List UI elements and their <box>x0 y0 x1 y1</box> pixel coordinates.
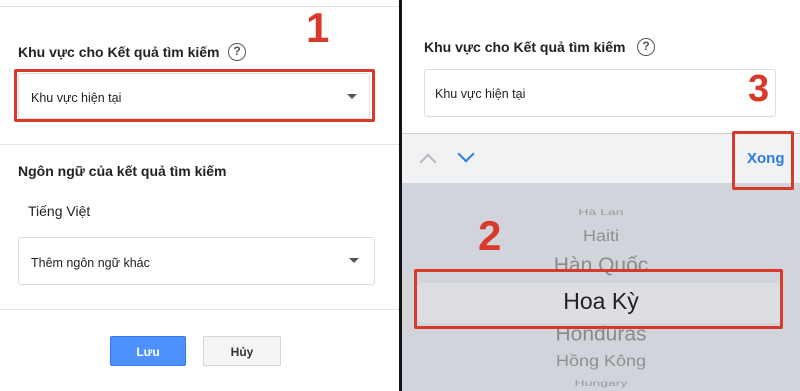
divider <box>0 144 399 145</box>
divider <box>0 6 399 7</box>
picker-item[interactable]: Hungary <box>402 378 800 388</box>
chevron-down-icon <box>349 258 359 263</box>
region-input[interactable]: Khu vực hiện tại <box>424 69 776 117</box>
region-input-value: Khu vực hiện tại <box>435 87 526 101</box>
cancel-button[interactable]: Hủy <box>203 336 281 366</box>
right-mobile-panel: Khu vực cho Kết quả tìm kiếm ? Khu vực h… <box>402 0 800 391</box>
annotation-highlight-region-select <box>14 69 375 122</box>
current-language: Tiếng Việt <box>28 203 91 219</box>
language-section-title: Ngôn ngữ của kết quả tìm kiếm <box>18 163 227 179</box>
step-number-1: 1 <box>306 4 330 51</box>
add-language-label: Thêm ngôn ngữ khác <box>31 256 150 270</box>
help-icon[interactable]: ? <box>637 38 655 56</box>
step-number-3: 3 <box>748 68 770 110</box>
help-icon[interactable]: ? <box>228 43 246 61</box>
picker-item[interactable]: Haiti <box>402 228 800 246</box>
chevron-up-icon[interactable] <box>419 153 437 171</box>
region-section-title: Khu vực cho Kết quả tìm kiếm <box>18 44 220 60</box>
chevron-down-icon[interactable] <box>457 145 475 163</box>
left-settings-panel: Khu vực cho Kết quả tìm kiếm ? Khu vực h… <box>0 0 399 391</box>
add-language-select[interactable]: Thêm ngôn ngữ khác <box>18 237 375 285</box>
region-section-title: Khu vực cho Kết quả tìm kiếm <box>424 39 626 55</box>
step-number-2: 2 <box>478 212 502 259</box>
picker-item[interactable]: Hà Lan <box>402 207 800 217</box>
divider <box>0 309 399 310</box>
annotation-highlight-done <box>732 131 794 190</box>
annotation-highlight-picker <box>414 269 783 329</box>
picker-item[interactable]: Hồng Kông <box>402 353 800 371</box>
save-button[interactable]: Lưu <box>110 336 186 366</box>
